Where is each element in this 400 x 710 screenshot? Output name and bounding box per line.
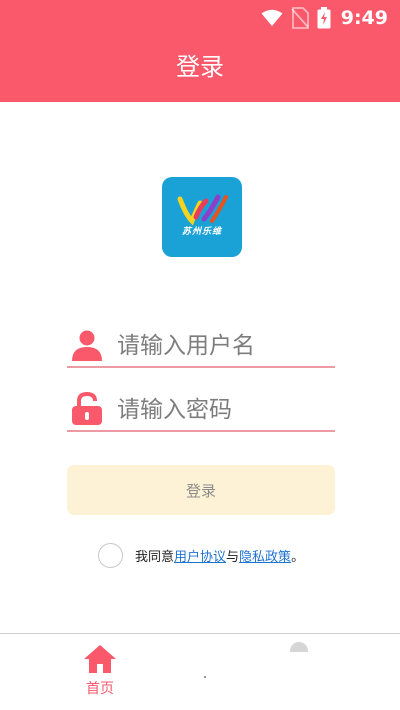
agreement-checkbox[interactable]	[98, 542, 123, 568]
home-icon	[84, 645, 116, 673]
agreement-connector: 与	[226, 549, 240, 565]
password-field	[67, 388, 335, 432]
tab-home[interactable]: 首页	[72, 644, 128, 706]
wifi-icon	[261, 9, 283, 26]
tab-profile[interactable]	[286, 642, 312, 652]
logo-w-mark	[177, 194, 228, 226]
tab-placeholder-dot	[204, 676, 206, 678]
logo-text: 苏州乐维	[181, 227, 222, 237]
password-input[interactable]	[117, 392, 332, 428]
login-button[interactable]: 登录	[67, 465, 335, 515]
page-title: 登录	[176, 53, 224, 81]
header-bar: 9:49 登录	[0, 0, 400, 102]
privacy-policy-link[interactable]: 隐私政策	[239, 550, 291, 565]
app-logo: 苏州乐维	[162, 177, 242, 257]
tab-home-label: 首页	[86, 681, 114, 697]
bottom-tab-bar: 首页	[0, 633, 400, 710]
user-agreement-link[interactable]: 用户协议	[174, 550, 226, 565]
battery-charging-icon	[317, 7, 331, 29]
agreement-row: 我同意用户协议与隐私政策。	[98, 542, 304, 568]
username-field	[67, 324, 335, 368]
status-icons: 9:49	[261, 5, 388, 31]
agreement-suffix: 。	[291, 549, 305, 565]
agreement-text: 我同意用户协议与隐私政策。	[135, 546, 304, 565]
status-bar: 9:49	[0, 0, 400, 36]
agreement-prefix: 我同意	[135, 549, 175, 565]
no-sim-icon	[291, 7, 309, 29]
username-input[interactable]	[117, 328, 332, 364]
user-icon	[72, 330, 102, 361]
unlock-icon	[72, 392, 102, 425]
profile-icon	[290, 642, 308, 652]
status-time: 9:49	[340, 7, 388, 29]
